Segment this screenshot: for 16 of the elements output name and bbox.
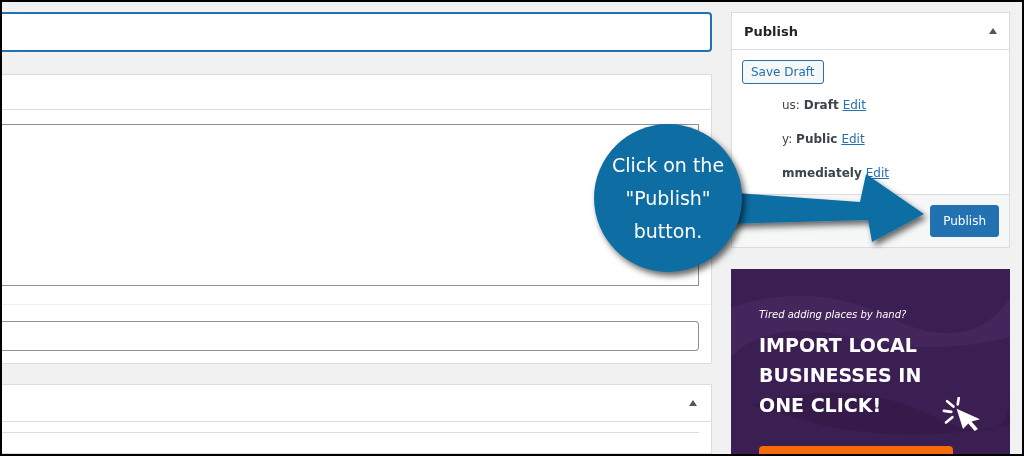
toggle-icon[interactable] [689,400,697,406]
status-text: y: Public [782,132,838,146]
text-input[interactable] [2,320,699,351]
status-text: mmediately [782,166,862,180]
ad-headline: IMPORT LOCAL BUSINESSES IN ONE CLICK! [759,333,923,418]
edit-link[interactable]: Edit [841,132,865,146]
panel-title: Publish [744,23,798,39]
save-draft-button[interactable]: Save Draft [742,60,824,84]
toggle-icon[interactable] [989,28,997,34]
ad-banner[interactable]: Tired adding places by hand? IMPORT LOCAL BUSINESSES IN ONE CLICK! [731,269,1010,454]
publish-button[interactable]: Publish [930,205,999,237]
edit-link[interactable]: Edit [842,98,866,112]
ad-tagline: Tired adding places by hand? [759,309,908,320]
status-text: us: Draft [782,98,839,112]
edit-link[interactable]: Edit [865,166,889,180]
title-field[interactable] [2,12,712,52]
